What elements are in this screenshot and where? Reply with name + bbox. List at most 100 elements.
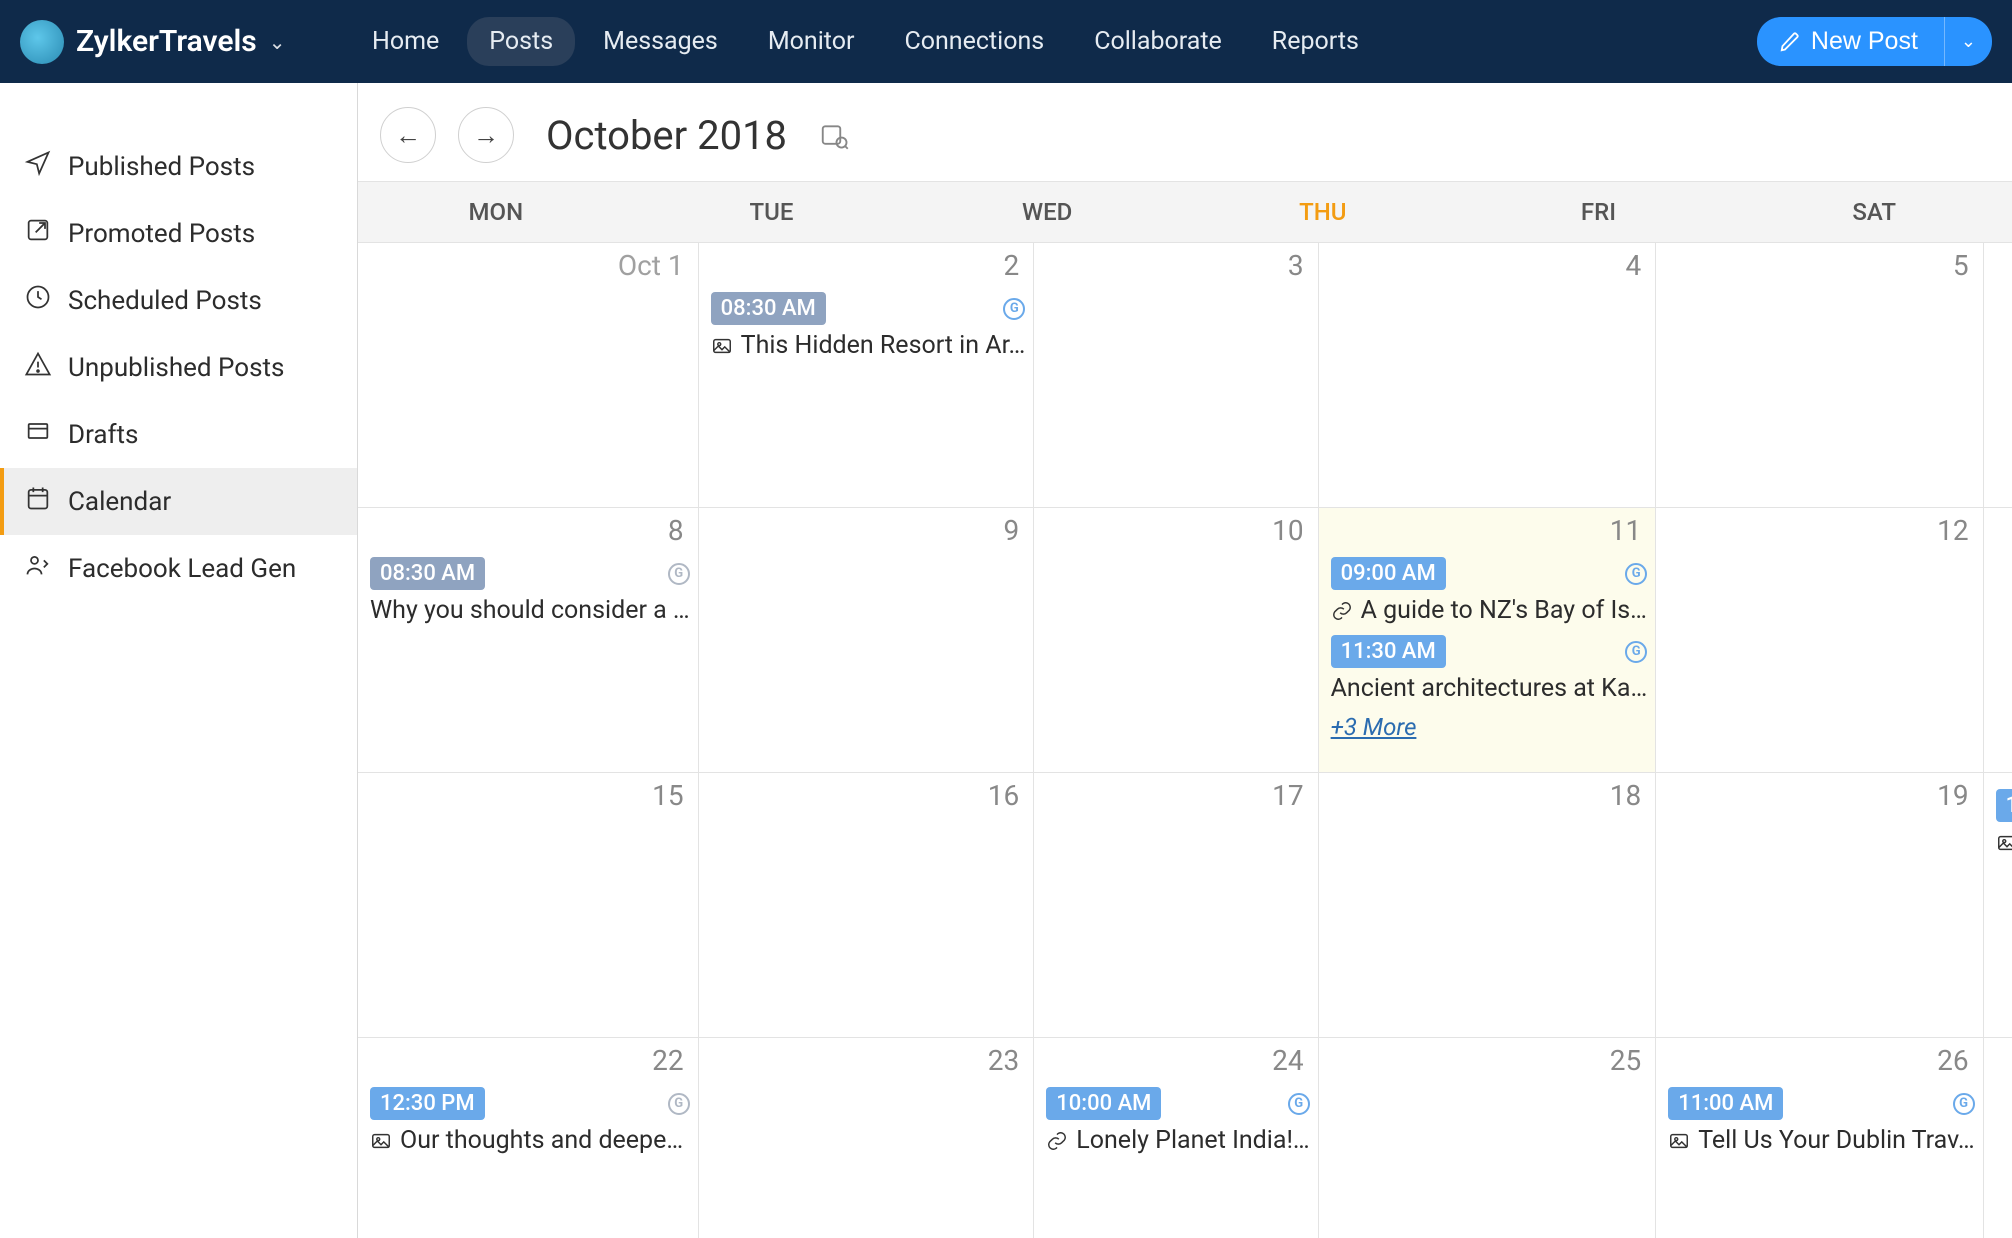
nav-reports[interactable]: Reports [1250, 17, 1381, 66]
calendar-header: ← → October 2018 [358, 83, 2012, 181]
calendar-event[interactable]: 10:00 AMGLonely Planet India!… [1046, 1087, 1309, 1155]
calendar-cell[interactable]: 12:30 PM Top Travel Websites [1984, 773, 2012, 1038]
sidebar-item-facebook-lead-gen[interactable]: Facebook Lead Gen [0, 535, 357, 602]
calendar-cell[interactable]: 4 [1319, 243, 1657, 508]
network-icon: G [668, 563, 690, 585]
event-title: Top Travel Websites [1996, 828, 2012, 857]
day-number: 4 [1331, 249, 1648, 282]
calendar-cell[interactable]: 208:30 AMGThis Hidden Resort in Ar… [699, 243, 1035, 508]
calendar-cell[interactable]: 9 [699, 508, 1035, 773]
new-post-button[interactable]: New Post [1757, 17, 1944, 66]
network-icon: G [1003, 298, 1025, 320]
sidebar-item-published-posts[interactable]: Published Posts [0, 133, 357, 200]
arrow-right-icon: → [473, 120, 499, 151]
day-number: 5 [1668, 249, 1974, 282]
more-events-link[interactable]: +3 More [1331, 713, 1417, 741]
day-number: 25 [1331, 1044, 1648, 1077]
event-title: Lonely Planet India!… [1046, 1126, 1309, 1155]
calendar-cell[interactable]: 16 [699, 773, 1035, 1038]
send-icon [24, 149, 52, 184]
nav-posts[interactable]: Posts [467, 17, 575, 66]
brand-switcher[interactable]: ZylkerTravels ⌄ [20, 20, 350, 64]
calendar-cell[interactable]: 2212:30 PMGOur thoughts and deepe… [358, 1038, 699, 1238]
nav-collaborate[interactable]: Collaborate [1072, 17, 1244, 66]
prev-month-button[interactable]: ← [380, 107, 436, 163]
calendar-cell[interactable]: 3 [1034, 243, 1318, 508]
layout: Published PostsPromoted PostsScheduled P… [0, 83, 2012, 1238]
calendar-cell[interactable]: 15 [358, 773, 699, 1038]
sidebar-item-label: Facebook Lead Gen [68, 554, 296, 584]
new-post-dropdown-button[interactable]: ⌄ [1944, 17, 1992, 66]
nav-connections[interactable]: Connections [882, 17, 1066, 66]
calendar-event[interactable]: 12:30 PM Top Travel Websites [1996, 789, 2012, 857]
calendar-cell[interactable]: Oct 1 [358, 243, 699, 508]
calendar-cell[interactable]: 5 [1656, 243, 1983, 508]
lead-icon [24, 551, 52, 586]
new-post-label: New Post [1811, 27, 1918, 56]
day-number: Oct 1 [370, 249, 690, 282]
sidebar-item-scheduled-posts[interactable]: Scheduled Posts [0, 267, 357, 334]
weekday-mon: MON [358, 182, 634, 242]
sidebar: Published PostsPromoted PostsScheduled P… [0, 83, 358, 1238]
event-time-badge: 08:30 AM [711, 292, 826, 325]
network-icon: G [1625, 641, 1647, 663]
calendar-cell[interactable]: 808:30 AMGWhy you should consider a … [358, 508, 699, 773]
arrow-left-icon: ← [395, 120, 421, 151]
warn-icon [24, 350, 52, 385]
calendar-event[interactable]: 08:30 AMGWhy you should consider a … [370, 557, 690, 625]
calendar-icon [24, 484, 52, 519]
calendar-cell[interactable] [1984, 243, 2012, 508]
sidebar-item-unpublished-posts[interactable]: Unpublished Posts [0, 334, 357, 401]
calendar-cell[interactable]: 24 10:00 AMGLonely Planet India!… [1034, 1038, 1318, 1238]
brand-name: ZylkerTravels [76, 24, 257, 59]
day-number: 8 [370, 514, 690, 547]
sidebar-item-calendar[interactable]: Calendar [0, 468, 357, 535]
chevron-down-icon: ⌄ [1961, 31, 1976, 51]
day-number: 24 [1046, 1044, 1309, 1077]
calendar-cell[interactable]: 1109:00 AMGA guide to NZ's Bay of Is…11:… [1319, 508, 1657, 773]
next-month-button[interactable]: → [458, 107, 514, 163]
calendar-event[interactable]: 09:00 AMGA guide to NZ's Bay of Is… [1331, 557, 1648, 625]
nav-home[interactable]: Home [350, 17, 461, 66]
calendar-event[interactable]: 08:30 AMGThis Hidden Resort in Ar… [711, 292, 1026, 360]
sidebar-item-label: Drafts [68, 420, 138, 450]
brand-logo-icon [20, 20, 64, 64]
nav-messages[interactable]: Messages [581, 17, 740, 66]
calendar-cell[interactable] [1984, 1038, 2012, 1238]
calendar-cell[interactable] [1984, 508, 2012, 773]
calendar-cell[interactable]: 10 [1034, 508, 1318, 773]
network-icon: G [1625, 563, 1647, 585]
calendar-cell[interactable]: 17 [1034, 773, 1318, 1038]
day-number: 15 [370, 779, 690, 812]
calendar-cell[interactable]: 26 11:00 AMGTell Us Your Dublin Trav… [1656, 1038, 1983, 1238]
weekday-row: MONTUEWEDTHUFRISAT [358, 181, 2012, 243]
day-number: 26 [1668, 1044, 1974, 1077]
sidebar-item-drafts[interactable]: Drafts [0, 401, 357, 468]
weekday-tue: TUE [634, 182, 910, 242]
event-title: Ancient architectures at Ka… [1331, 674, 1648, 703]
weekday-wed: WED [909, 182, 1185, 242]
calendar-event[interactable]: 11:00 AMGTell Us Your Dublin Trav… [1668, 1087, 1974, 1155]
calendar-cell[interactable]: 23 [699, 1038, 1035, 1238]
calendar-event[interactable]: 12:30 PMGOur thoughts and deepe… [370, 1087, 690, 1155]
weekday-thu: THU [1185, 182, 1461, 242]
event-time-badge: 10:00 AM [1046, 1087, 1161, 1120]
chevron-down-icon: ⌄ [269, 30, 286, 54]
calendar-cell[interactable]: 19 [1656, 773, 1983, 1038]
event-time-badge: 12:30 PM [1996, 789, 2012, 822]
calendar-title: October 2018 [546, 112, 787, 159]
calendar-cell[interactable]: 25 [1319, 1038, 1657, 1238]
calendar-event[interactable]: 11:30 AMGAncient architectures at Ka… [1331, 635, 1648, 703]
calendar-search-icon[interactable] [819, 120, 849, 150]
sidebar-item-label: Unpublished Posts [68, 353, 284, 383]
nav-monitor[interactable]: Monitor [746, 17, 877, 66]
calendar-cell[interactable]: 18 [1319, 773, 1657, 1038]
day-number: 18 [1331, 779, 1648, 812]
event-time-badge: 08:30 AM [370, 557, 485, 590]
network-icon: G [1953, 1093, 1975, 1115]
sidebar-item-label: Calendar [68, 487, 171, 517]
main: ← → October 2018 MONTUEWEDTHUFRISAT Oct … [358, 83, 2012, 1238]
day-number: 16 [711, 779, 1026, 812]
sidebar-item-promoted-posts[interactable]: Promoted Posts [0, 200, 357, 267]
calendar-cell[interactable]: 12 [1656, 508, 1983, 773]
